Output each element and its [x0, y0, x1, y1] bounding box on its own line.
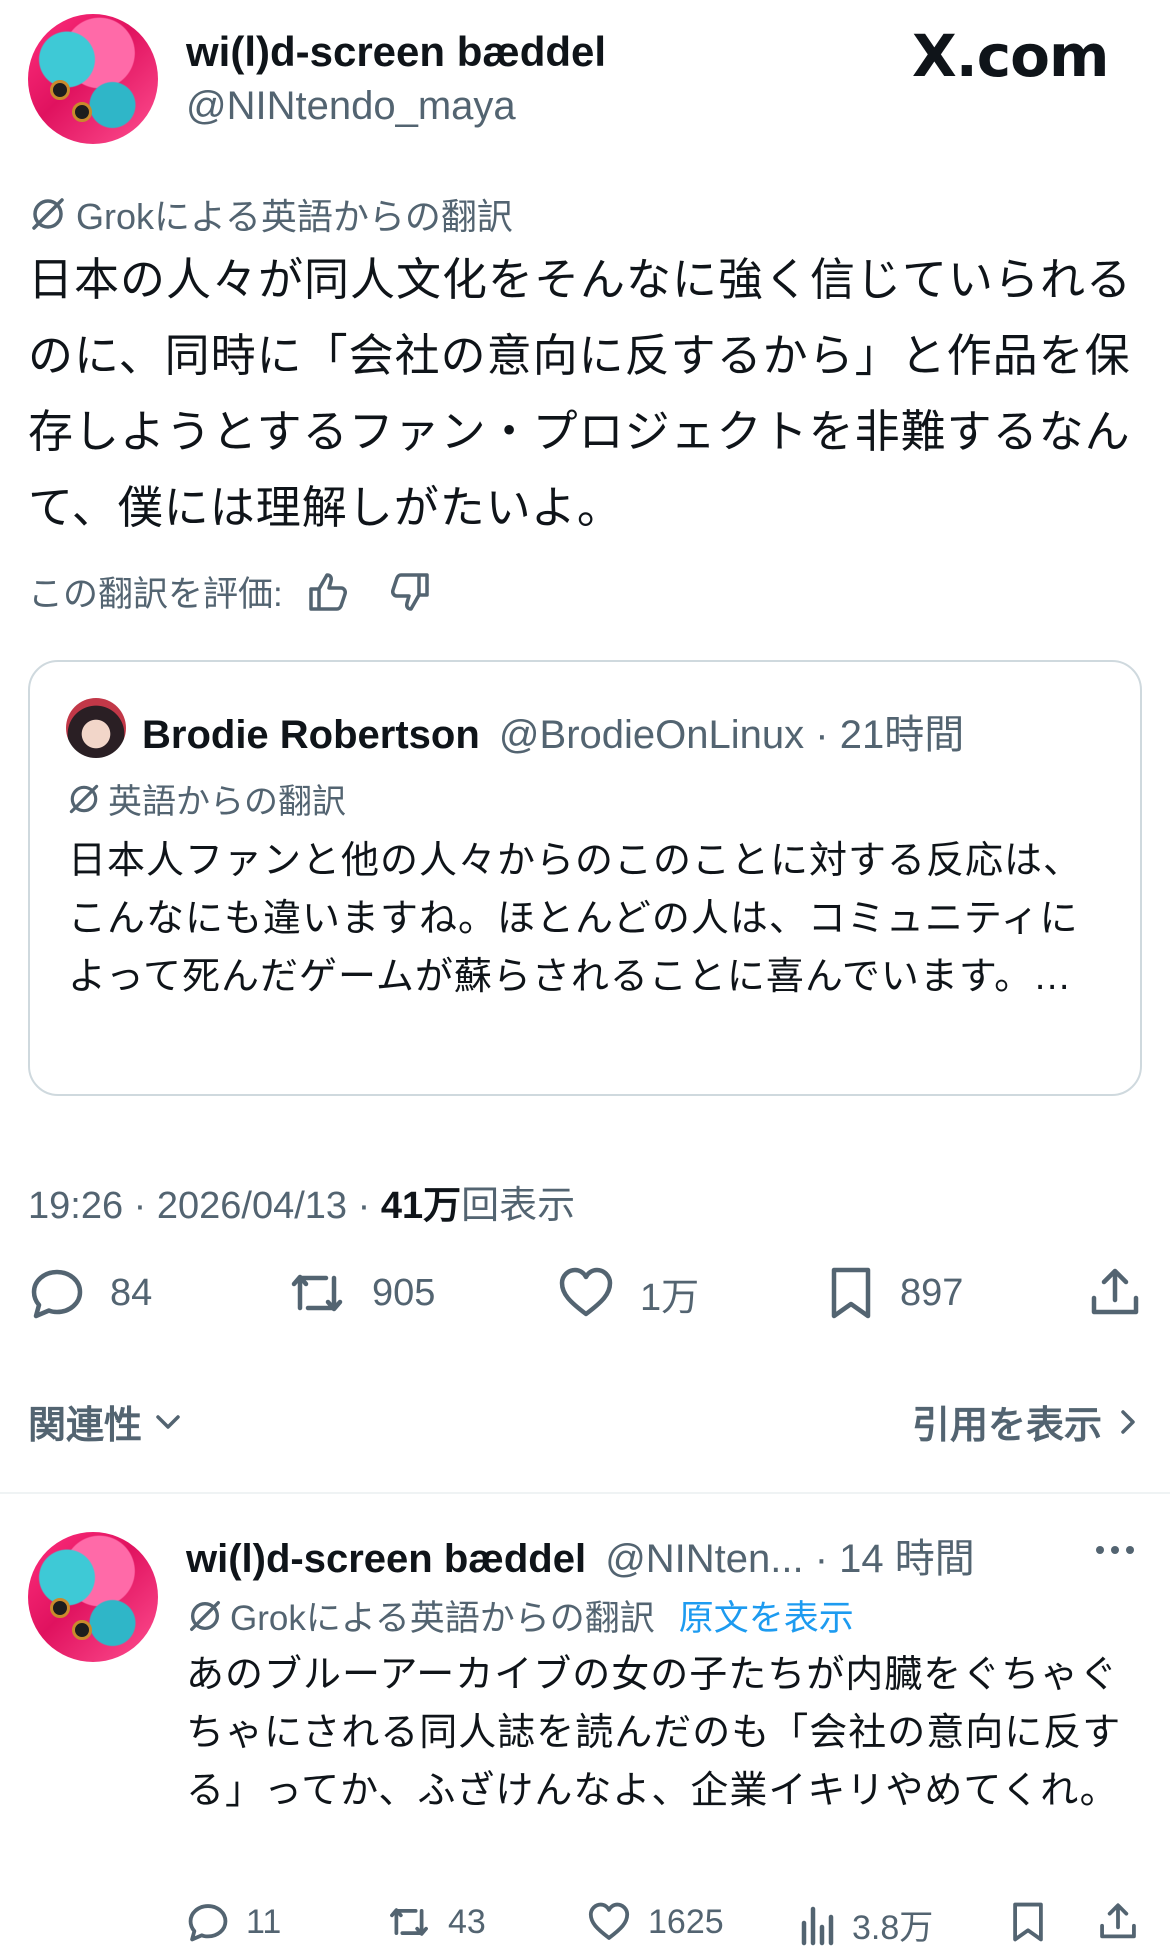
bookmark-count: 897 [900, 1271, 964, 1314]
quote-translation-label: 英語からの翻訳 [66, 774, 346, 823]
reply-view-count: 3.8万 [852, 1909, 934, 1947]
reply-share-button[interactable] [1096, 1900, 1140, 1944]
dot [1096, 1546, 1104, 1554]
rate-translation: この翻訳を評価: [28, 566, 433, 617]
post-text: 日本の人々が同人文化をそんなに強く信じていられるのに、同時に「会社の意向に反する… [28, 254, 1133, 533]
post-timestamp[interactable]: 19:26 · 2026/04/13 · [28, 1185, 381, 1227]
bookmark-button[interactable]: 897 [826, 1264, 963, 1322]
reply-views-button[interactable]: 3.8万 [798, 1900, 933, 1949]
view-quotes-link[interactable]: 引用を表示 [912, 1394, 1142, 1449]
action-bar: 84 905 1万 897 [28, 1264, 1148, 1334]
grok-icon [186, 1597, 224, 1635]
reply-bookmark-button[interactable] [1008, 1900, 1048, 1944]
reply-reply-count: 11 [246, 1902, 282, 1941]
repost-button[interactable]: 905 [286, 1264, 435, 1322]
reply-repost-button[interactable]: 43 [386, 1900, 486, 1944]
reply-handle[interactable]: @NINten... [605, 1537, 803, 1581]
author-handle[interactable]: @NINtendo_maya [186, 84, 516, 129]
translation-label: Grokによる英語からの翻訳 [28, 188, 513, 240]
brand-logo: X.com [912, 22, 1109, 90]
chevron-down-icon [152, 1406, 184, 1438]
divider [0, 1492, 1170, 1494]
quote-time: · 21時間 [815, 713, 965, 757]
bookmark-icon [826, 1264, 876, 1322]
reply-action-bar: 11 43 1625 3.8万 [186, 1900, 1146, 1948]
reply-avatar[interactable] [28, 1532, 158, 1662]
quote-header: Brodie Robertson @BrodieOnLinux · 21時間 [142, 702, 964, 760]
reply-text: あのブルーアーカイブの女の子たちが内臓をぐちゃぐちゃにされる同人誌を読んだのも「… [186, 1654, 1122, 1812]
like-button[interactable]: 1万 [556, 1264, 699, 1322]
heart-icon [556, 1264, 616, 1322]
reply-reply-button[interactable]: 11 [186, 1900, 281, 1944]
share-icon [1086, 1264, 1144, 1322]
reply-translation-label: Grokによる英語からの翻訳 原文を表示 [186, 1590, 854, 1641]
author-display-name[interactable]: wi(l)d-screen bæddel [186, 28, 606, 76]
thumbs-up-icon[interactable] [305, 569, 351, 615]
rate-label: この翻訳を評価: [28, 575, 283, 614]
grok-icon [66, 781, 102, 817]
reply-icon [186, 1900, 230, 1944]
sort-dropdown[interactable]: 関連性 [28, 1394, 184, 1449]
share-button[interactable] [1086, 1264, 1144, 1322]
reply-display-name[interactable]: wi(l)d-screen bæddel [186, 1537, 586, 1581]
reply-repost-count: 43 [448, 1902, 486, 1941]
avatar-art [50, 80, 70, 100]
view-count: 41万 [380, 1185, 462, 1227]
repost-icon [386, 1900, 432, 1944]
quote-card[interactable]: Brodie Robertson @BrodieOnLinux · 21時間 英… [28, 660, 1142, 1096]
bookmark-icon [1008, 1900, 1048, 1944]
post-meta: 19:26 · 2026/04/13 · 41万回表示 [28, 1174, 575, 1229]
quote-display-name[interactable]: Brodie Robertson [142, 713, 480, 757]
quote-avatar[interactable] [66, 698, 126, 758]
show-original-link[interactable]: 原文を表示 [679, 1590, 854, 1641]
share-icon [1096, 1900, 1140, 1944]
view-label: 回表示 [461, 1185, 576, 1227]
avatar-art [50, 1598, 70, 1618]
reply-translation-text: Grokによる英語からの翻訳 [230, 1599, 655, 1638]
author-avatar[interactable] [28, 14, 158, 144]
reply-time: · 14 時間 [814, 1537, 975, 1581]
reply-header: wi(l)d-screen bæddel @NINten... · 14 時間 [186, 1526, 975, 1584]
avatar-art-2 [72, 1620, 92, 1640]
repost-icon [286, 1264, 348, 1322]
quote-text: 日本人ファンと他の人々からのこのことに対する反応は、こんなにも違いますね。ほとん… [68, 840, 1083, 998]
reply-icon [28, 1264, 86, 1322]
view-quotes-label: 引用を表示 [911, 1405, 1102, 1447]
grok-icon [28, 194, 68, 234]
reply-count: 84 [110, 1271, 153, 1314]
translation-label-text: Grokによる英語からの翻訳 [76, 196, 513, 237]
thumbs-down-icon[interactable] [387, 569, 433, 615]
sort-label: 関連性 [28, 1405, 143, 1447]
reply-like-button[interactable]: 1625 [586, 1900, 724, 1944]
reply-like-count: 1625 [648, 1902, 724, 1941]
more-options-icon[interactable] [1096, 1546, 1134, 1554]
views-chart-icon [798, 1903, 838, 1947]
quote-translation-text: 英語からの翻訳 [108, 783, 346, 821]
chevron-right-icon [1114, 1406, 1142, 1438]
avatar-art-2 [72, 102, 92, 122]
brand-text: X.com [912, 22, 1109, 90]
like-count: 1万 [640, 1276, 700, 1319]
reply-button[interactable]: 84 [28, 1264, 152, 1322]
repost-count: 905 [372, 1271, 436, 1314]
dot [1126, 1546, 1134, 1554]
heart-icon [586, 1900, 632, 1944]
dot [1111, 1546, 1119, 1554]
quote-handle[interactable]: @BrodieOnLinux [499, 713, 804, 757]
